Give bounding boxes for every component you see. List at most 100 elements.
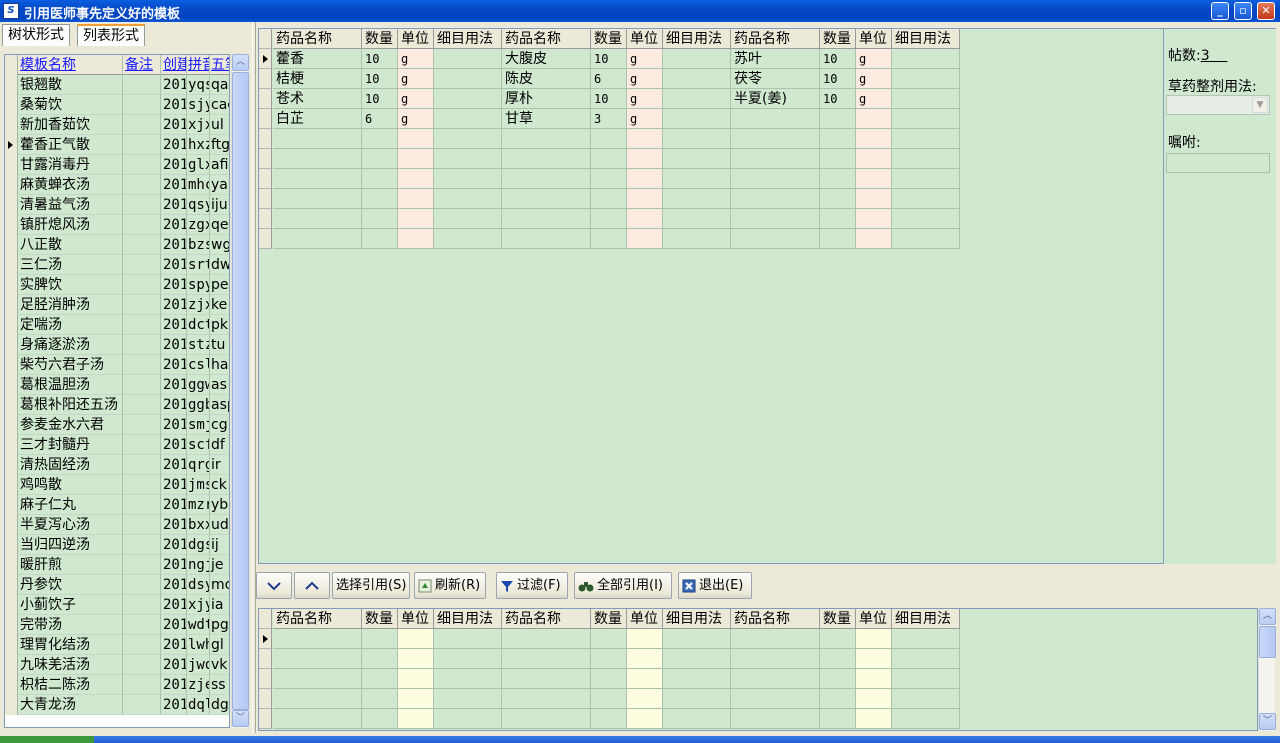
template-row[interactable]: 甘露消毒丹 201glxafi: [5, 155, 229, 175]
unit-cell[interactable]: [856, 709, 892, 729]
column-header-wubi[interactable]: 五笔: [210, 55, 229, 75]
row-selector[interactable]: [259, 129, 272, 149]
drug-name-cell[interactable]: [502, 649, 591, 669]
drug-name-cell[interactable]: 苏叶: [731, 49, 820, 69]
drug-name-cell[interactable]: [273, 689, 362, 709]
quantity-cell[interactable]: [362, 629, 398, 649]
unit-cell[interactable]: g: [627, 69, 663, 89]
column-header[interactable]: 数量: [362, 29, 398, 49]
template-row[interactable]: 当归四逆汤 201dgsij: [5, 535, 229, 555]
template-row[interactable]: 大青龙汤 201dqldg: [5, 695, 229, 715]
drug-name-cell[interactable]: 厚朴: [502, 89, 591, 109]
row-selector[interactable]: [5, 555, 18, 575]
drug-name-cell[interactable]: [502, 229, 591, 249]
usage-cell[interactable]: [892, 229, 960, 249]
template-row[interactable]: 麻子仁丸 201mzryb: [5, 495, 229, 515]
row-selector[interactable]: [5, 515, 18, 535]
drug-name-cell[interactable]: [273, 169, 362, 189]
unit-cell[interactable]: [627, 169, 663, 189]
row-selector[interactable]: [259, 169, 272, 189]
unit-cell[interactable]: g: [398, 69, 434, 89]
quantity-cell[interactable]: [591, 209, 627, 229]
quantity-cell[interactable]: [591, 229, 627, 249]
row-selector[interactable]: [5, 635, 18, 655]
drug-name-cell[interactable]: 大腹皮: [502, 49, 591, 69]
quantity-cell[interactable]: [362, 209, 398, 229]
drug-name-cell[interactable]: [731, 709, 820, 729]
unit-cell[interactable]: g: [856, 49, 892, 69]
drug-name-cell[interactable]: [731, 129, 820, 149]
column-header[interactable]: 数量: [591, 29, 627, 49]
quantity-cell[interactable]: [820, 109, 856, 129]
row-selector[interactable]: [5, 595, 18, 615]
scroll-down-button[interactable]: ﹀: [1259, 713, 1276, 730]
maximize-button[interactable]: ▫: [1234, 2, 1252, 20]
unit-cell[interactable]: [856, 149, 892, 169]
minimize-button[interactable]: _: [1211, 2, 1229, 20]
usage-cell[interactable]: [892, 49, 960, 69]
template-row[interactable]: 清暑益气汤 201qsyiju: [5, 195, 229, 215]
drug-name-cell[interactable]: [502, 629, 591, 649]
quantity-cell[interactable]: 6: [591, 69, 627, 89]
usage-cell[interactable]: [434, 689, 502, 709]
column-header[interactable]: 药品名称: [502, 29, 591, 49]
drug-name-cell[interactable]: [273, 649, 362, 669]
drug-name-cell[interactable]: 茯苓: [731, 69, 820, 89]
column-header-created[interactable]: 创建: [161, 55, 187, 75]
column-header[interactable]: 单位: [856, 609, 892, 629]
scroll-down-button[interactable]: ﹀: [232, 710, 249, 727]
quantity-cell[interactable]: 10: [362, 49, 398, 69]
row-selector[interactable]: [5, 655, 18, 675]
row-selector[interactable]: [259, 49, 272, 69]
template-row[interactable]: 葛根温胆汤 201ggwas: [5, 375, 229, 395]
quantity-cell[interactable]: [591, 189, 627, 209]
usage-cell[interactable]: [434, 149, 502, 169]
quantity-cell[interactable]: [362, 189, 398, 209]
template-row[interactable]: 完带汤 201wdtpg: [5, 615, 229, 635]
column-header[interactable]: 数量: [362, 609, 398, 629]
quantity-cell[interactable]: [591, 169, 627, 189]
usage-cell[interactable]: [434, 209, 502, 229]
template-row[interactable]: 麻黄蝉衣汤 201mhcya: [5, 175, 229, 195]
row-selector[interactable]: [5, 495, 18, 515]
template-row[interactable]: 枳桔二陈汤 201zjess: [5, 675, 229, 695]
exit-button[interactable]: 退出(E): [678, 572, 752, 599]
doses-value[interactable]: 3: [1201, 48, 1210, 64]
unit-cell[interactable]: [856, 669, 892, 689]
instruction-input[interactable]: [1166, 153, 1270, 173]
usage-cell[interactable]: [892, 89, 960, 109]
unit-cell[interactable]: [627, 689, 663, 709]
quantity-cell[interactable]: [362, 689, 398, 709]
drug-name-cell[interactable]: [502, 709, 591, 729]
quantity-cell[interactable]: 10: [820, 49, 856, 69]
unit-cell[interactable]: g: [856, 89, 892, 109]
column-header[interactable]: 细目用法: [663, 609, 731, 629]
column-header[interactable]: 细目用法: [434, 29, 502, 49]
unit-cell[interactable]: [627, 649, 663, 669]
unit-cell[interactable]: g: [627, 49, 663, 69]
usage-cell[interactable]: [892, 169, 960, 189]
quantity-cell[interactable]: [362, 149, 398, 169]
row-selector[interactable]: [5, 415, 18, 435]
close-button[interactable]: ✕: [1257, 2, 1275, 20]
row-selector[interactable]: [259, 109, 272, 129]
template-row[interactable]: 葛根补阳还五汤 201ggbasp: [5, 395, 229, 415]
row-selector[interactable]: [5, 315, 18, 335]
select-reference-button[interactable]: 选择引用(S): [332, 572, 410, 599]
row-selector[interactable]: [5, 175, 18, 195]
quantity-cell[interactable]: 10: [820, 89, 856, 109]
template-row[interactable]: 鸡鸣散 201jmsck: [5, 475, 229, 495]
usage-cell[interactable]: [434, 709, 502, 729]
refresh-button[interactable]: 刷新(R): [414, 572, 486, 599]
usage-cell[interactable]: [892, 669, 960, 689]
unit-cell[interactable]: [398, 209, 434, 229]
drug-name-cell[interactable]: [731, 109, 820, 129]
quantity-cell[interactable]: [591, 629, 627, 649]
quantity-cell[interactable]: [591, 669, 627, 689]
usage-cell[interactable]: [663, 169, 731, 189]
unit-cell[interactable]: [398, 689, 434, 709]
usage-cell[interactable]: [663, 649, 731, 669]
row-selector[interactable]: [5, 395, 18, 415]
unit-cell[interactable]: [627, 209, 663, 229]
usage-cell[interactable]: [892, 709, 960, 729]
